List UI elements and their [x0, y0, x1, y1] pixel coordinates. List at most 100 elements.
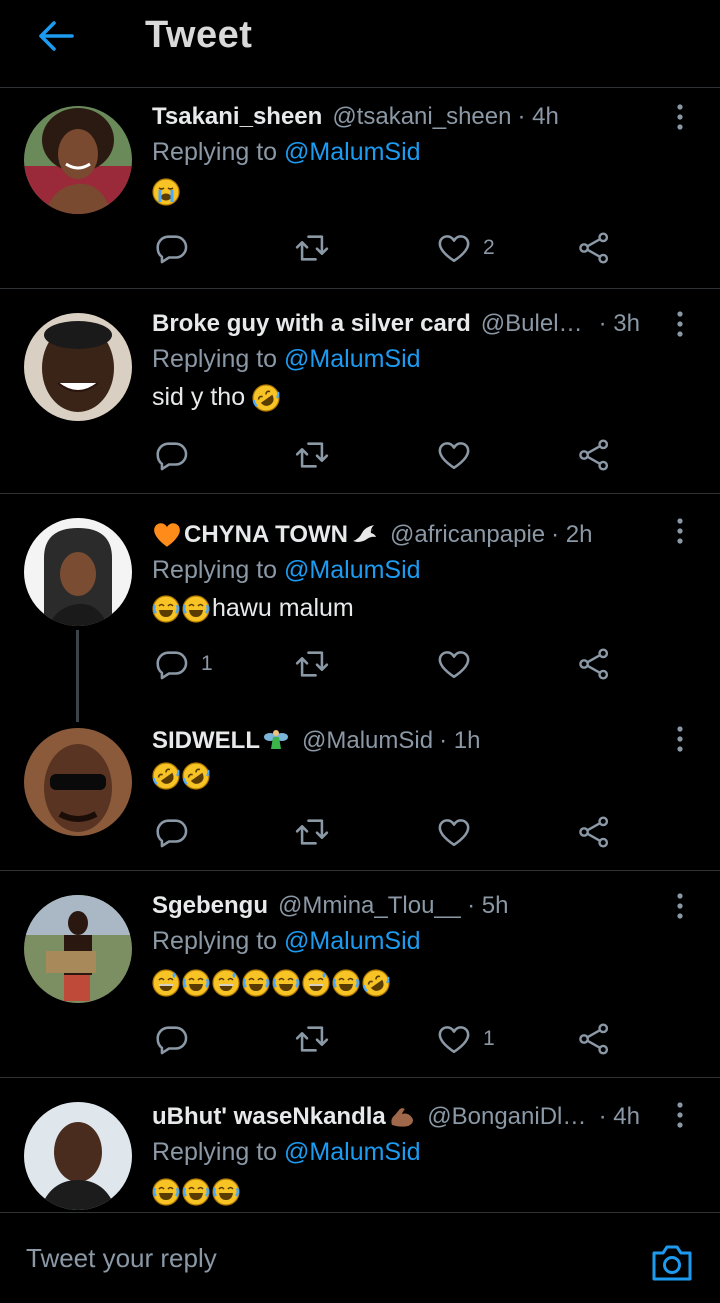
tweet[interactable]: SIDWELL @MalumSid · 1h: [0, 704, 720, 871]
tweet[interactable]: Broke guy with a silver card @BulelaL...…: [0, 289, 720, 494]
more-vertical-icon[interactable]: [670, 102, 690, 132]
retweet-icon: [295, 438, 329, 472]
tweet[interactable]: Sgebengu @Mmina_Tlou__ · 5h Replying to …: [0, 871, 720, 1078]
reply-input[interactable]: [24, 1235, 588, 1281]
fairy-icon: [262, 727, 290, 755]
reply-icon: [155, 1022, 189, 1056]
crying-emoji-icon: [152, 178, 180, 206]
share-icon: [577, 815, 611, 849]
more-vertical-icon[interactable]: [670, 891, 690, 921]
user-handle[interactable]: @BulelaL...: [481, 310, 593, 338]
more-vertical-icon[interactable]: [670, 1100, 690, 1130]
display-name[interactable]: SIDWELL: [152, 727, 260, 755]
replying-to-handle[interactable]: @MalumSid: [284, 556, 421, 584]
joy-emoji-icon: [182, 969, 210, 997]
retweet-button[interactable]: [295, 228, 329, 268]
reply-icon: [155, 647, 189, 681]
page-title: Tweet: [145, 14, 253, 56]
replying-to-handle[interactable]: @MalumSid: [284, 927, 421, 955]
retweet-button[interactable]: [295, 435, 329, 475]
share-button[interactable]: [577, 812, 611, 852]
tweet-header: SIDWELL @MalumSid · 1h: [152, 724, 640, 758]
timestamp: · 1h: [439, 727, 481, 754]
replying-to-label: Replying to: [152, 345, 278, 373]
reply-composer: [0, 1212, 720, 1303]
timestamp: · 2h: [551, 521, 593, 548]
joy-emoji-icon: [212, 1178, 240, 1206]
tweet-text: [152, 1178, 242, 1206]
like-icon: [437, 231, 471, 265]
tweet[interactable]: CHYNA TOWN @africanpapie · 2h Replying t…: [0, 494, 720, 704]
tweet-text: [152, 969, 392, 997]
reply-button[interactable]: 1: [155, 644, 213, 684]
tweet-header: Tsakani_sheen @tsakani_sheen · 4h: [152, 100, 640, 134]
rofl-emoji-icon: [362, 969, 390, 997]
share-icon: [577, 231, 611, 265]
user-handle[interactable]: @africanpapie: [390, 521, 545, 549]
replying-to-label: Replying to: [152, 138, 278, 166]
dove-icon: [350, 521, 378, 549]
avatar[interactable]: [24, 728, 132, 836]
grin-sweat-emoji-icon: [302, 969, 330, 997]
reply-button[interactable]: [155, 228, 189, 268]
camera-icon[interactable]: [650, 1243, 694, 1283]
avatar[interactable]: [24, 895, 132, 1003]
replying-to: Replying to @MalumSid: [152, 927, 421, 956]
tweet-actions: 2: [155, 228, 625, 268]
rofl-emoji-icon: [182, 762, 210, 790]
avatar[interactable]: [24, 518, 132, 626]
avatar[interactable]: [24, 313, 132, 421]
replying-to: Replying to @MalumSid: [152, 1138, 421, 1167]
tweet-actions: [155, 435, 625, 475]
more-vertical-icon[interactable]: [670, 724, 690, 754]
share-icon: [577, 1022, 611, 1056]
replying-to-handle[interactable]: @MalumSid: [284, 138, 421, 166]
avatar[interactable]: [24, 1102, 132, 1210]
more-vertical-icon[interactable]: [670, 516, 690, 546]
replying-to-handle[interactable]: @MalumSid: [284, 345, 421, 373]
like-button[interactable]: 2: [437, 228, 495, 268]
reply-count: 1: [201, 652, 213, 675]
tweet-actions: 1: [155, 644, 625, 684]
user-handle[interactable]: @Mmina_Tlou__: [278, 892, 461, 920]
like-icon: [437, 1022, 471, 1056]
like-button[interactable]: [437, 644, 471, 684]
tweet-text: hawu malum: [152, 594, 354, 623]
tweet-text: [152, 178, 182, 206]
display-name[interactable]: CHYNA TOWN: [184, 521, 348, 549]
avatar[interactable]: [24, 106, 132, 214]
joy-emoji-icon: [152, 1178, 180, 1206]
display-name[interactable]: Broke guy with a silver card: [152, 310, 471, 338]
more-vertical-icon[interactable]: [670, 309, 690, 339]
retweet-button[interactable]: [295, 644, 329, 684]
reply-button[interactable]: [155, 435, 189, 475]
retweet-button[interactable]: [295, 812, 329, 852]
display-name[interactable]: Tsakani_sheen: [152, 103, 322, 131]
reply-icon: [155, 438, 189, 472]
like-button[interactable]: [437, 435, 471, 475]
share-button[interactable]: [577, 435, 611, 475]
share-button[interactable]: [577, 228, 611, 268]
replying-to-handle[interactable]: @MalumSid: [284, 1138, 421, 1166]
like-button[interactable]: 1: [437, 1019, 495, 1059]
tweet-text-content: hawu malum: [212, 594, 354, 622]
like-button[interactable]: [437, 812, 471, 852]
reply-button[interactable]: [155, 812, 189, 852]
share-button[interactable]: [577, 644, 611, 684]
tweet-text: sid y tho: [152, 383, 282, 412]
display-name[interactable]: uBhut' waseNkandla: [152, 1103, 386, 1131]
user-handle[interactable]: @tsakani_sheen: [332, 103, 511, 131]
user-handle[interactable]: @MalumSid: [302, 727, 433, 755]
retweet-button[interactable]: [295, 1019, 329, 1059]
share-button[interactable]: [577, 1019, 611, 1059]
reply-button[interactable]: [155, 1019, 189, 1059]
joy-emoji-icon: [332, 969, 360, 997]
back-arrow-icon[interactable]: [36, 18, 76, 54]
tweet[interactable]: uBhut' waseNkandla @BonganiDlo... · 4h R…: [0, 1078, 720, 1212]
tweet-text-content: sid y tho: [152, 383, 246, 411]
display-name[interactable]: Sgebengu: [152, 892, 268, 920]
like-icon: [437, 438, 471, 472]
like-icon: [437, 815, 471, 849]
user-handle[interactable]: @BonganiDlo...: [427, 1103, 592, 1131]
tweet[interactable]: Tsakani_sheen @tsakani_sheen · 4h Replyi…: [0, 88, 720, 289]
